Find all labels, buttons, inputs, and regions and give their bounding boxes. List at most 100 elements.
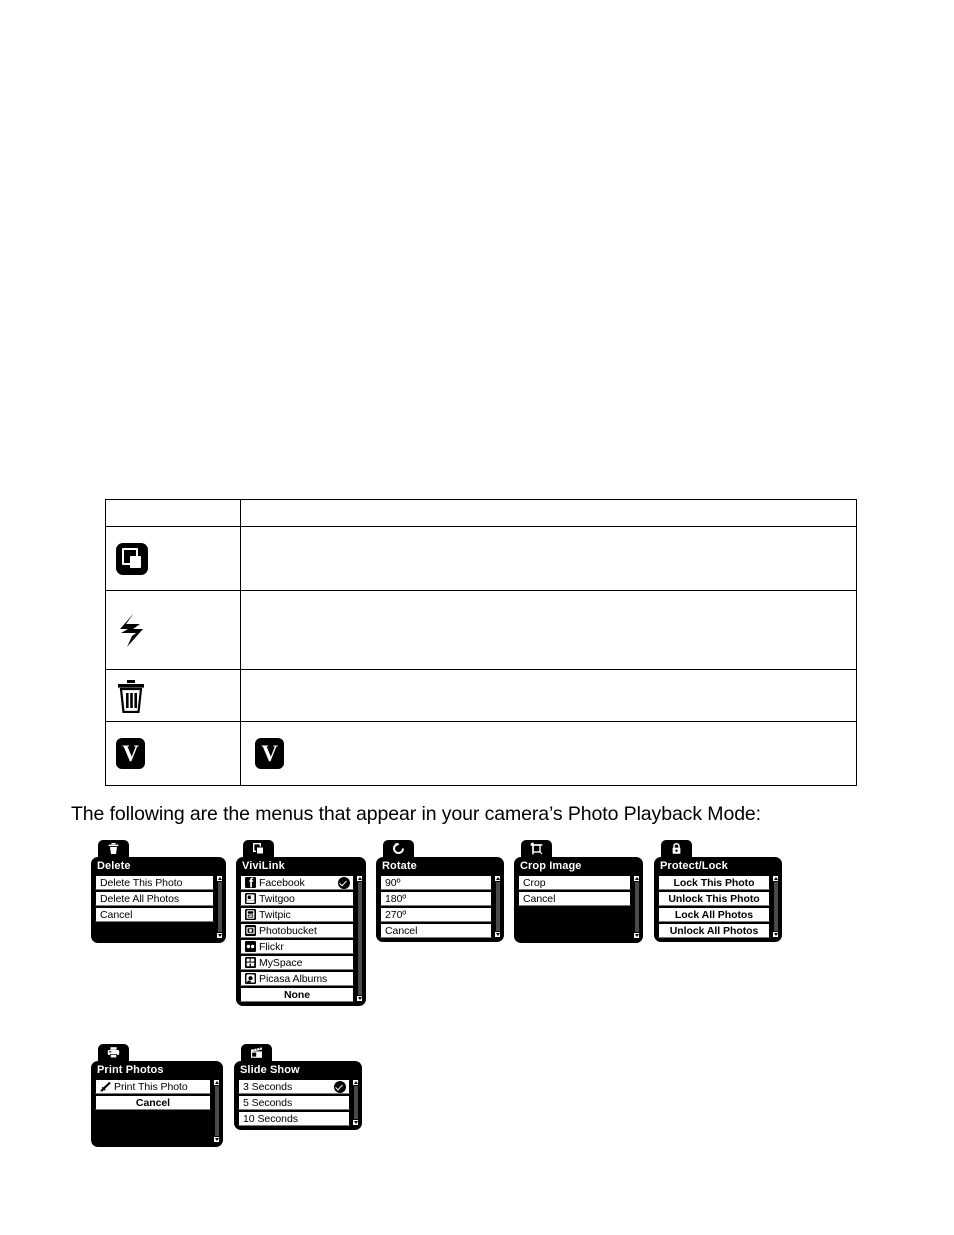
menu-item[interactable]: 5 Seconds — [238, 1095, 350, 1110]
menu-item[interactable]: Twitpic — [240, 907, 354, 922]
menu-scrollbar[interactable] — [356, 875, 363, 1002]
menu-scrollbar[interactable] — [216, 875, 223, 939]
menu-scrollbar[interactable] — [352, 1079, 359, 1126]
table-header-desc-cell — [240, 499, 857, 527]
scroll-down-arrow-icon[interactable] — [773, 933, 778, 936]
flash-lightning-icon — [116, 612, 146, 648]
menu-item[interactable]: Cancel — [380, 923, 492, 938]
menu-item[interactable]: Cancel — [95, 1095, 211, 1110]
menu-items-wrap: 90º 180º 270º Cancel — [376, 875, 504, 942]
myspace-icon — [245, 957, 256, 968]
menu-title-crop: Crop Image — [520, 860, 582, 872]
menu-item[interactable]: Cancel — [95, 907, 214, 922]
menu-item-label: Unlock This Photo — [668, 892, 760, 905]
menu-vivilink: ViviLink Facebook Twitgoo Twitpic Photobucke… — [236, 840, 366, 1006]
scroll-up-arrow-icon[interactable] — [634, 877, 639, 880]
menu-body-slideshow: Slide Show 3 Seconds 5 Seconds 10 Seconds — [234, 1061, 362, 1130]
scroll-down-arrow-icon[interactable] — [217, 934, 222, 937]
menu-item-label: Twitpic — [259, 908, 291, 921]
menu-item-label: Print This Photo — [114, 1080, 188, 1093]
scroll-up-arrow-icon[interactable] — [217, 877, 222, 880]
intro-paragraph: The following are the menus that appear … — [71, 803, 761, 825]
menu-item[interactable]: Unlock This Photo — [658, 891, 770, 906]
menu-item[interactable]: None — [240, 987, 354, 1002]
menu-filler — [518, 923, 631, 939]
menu-print: Print Photos Print This Photo Cancel — [91, 1044, 223, 1147]
vivilink-v-badge-icon-cell: V — [104, 721, 242, 786]
scrollbar-thumb[interactable] — [356, 881, 363, 996]
menu-item-label: Flickr — [259, 940, 284, 953]
menu-item[interactable]: Cancel — [518, 891, 631, 906]
scroll-up-arrow-icon[interactable] — [214, 1081, 219, 1084]
menu-item[interactable]: 3 Seconds — [238, 1079, 350, 1094]
menu-item[interactable]: MySpace — [240, 955, 354, 970]
menu-scrollbar[interactable] — [213, 1079, 220, 1143]
menu-tab-delete — [98, 840, 129, 857]
menu-item[interactable]: 10 Seconds — [238, 1111, 350, 1126]
scroll-down-arrow-icon[interactable] — [634, 934, 639, 937]
menu-item[interactable]: Photobucket — [240, 923, 354, 938]
scroll-up-arrow-icon[interactable] — [773, 877, 778, 880]
scroll-up-arrow-icon[interactable] — [495, 877, 500, 880]
menu-title-print: Print Photos — [97, 1064, 164, 1076]
scrollbar-thumb[interactable] — [772, 881, 779, 932]
scrollbar-thumb[interactable] — [494, 881, 501, 932]
menu-tab-slideshow — [241, 1044, 272, 1061]
menu-body-vivilink: ViviLink Facebook Twitgoo Twitpic Photobucke… — [236, 857, 366, 1006]
scrollbar-thumb[interactable] — [216, 881, 223, 933]
menu-item[interactable]: Flickr — [240, 939, 354, 954]
menu-scrollbar[interactable] — [633, 875, 640, 939]
menu-item-list: 3 Seconds 5 Seconds 10 Seconds — [238, 1079, 350, 1126]
menu-item-list: Lock This Photo Unlock This Photo Lock All… — [658, 875, 770, 938]
menu-filler — [95, 1111, 211, 1127]
table-header-row — [104, 499, 857, 527]
menu-item[interactable]: Delete All Photos — [95, 891, 214, 906]
menu-item-list: Crop Cancel — [518, 875, 631, 939]
menu-tab-rotate — [383, 840, 414, 857]
menu-scrollbar[interactable] — [772, 875, 779, 938]
menu-item[interactable]: Delete This Photo — [95, 875, 214, 890]
menu-item[interactable]: 90º — [380, 875, 492, 890]
menu-item[interactable]: 180º — [380, 891, 492, 906]
menu-item-label: Lock This Photo — [673, 876, 755, 889]
scroll-up-arrow-icon[interactable] — [357, 877, 362, 880]
scroll-down-arrow-icon[interactable] — [495, 933, 500, 936]
menu-item[interactable]: Facebook — [240, 875, 354, 890]
scroll-down-arrow-icon[interactable] — [357, 997, 362, 1000]
menu-items-wrap: Delete This Photo Delete All Photos Cancel — [91, 875, 226, 943]
menu-items-wrap: Lock This Photo Unlock This Photo Lock All… — [654, 875, 782, 942]
menu-item[interactable]: Twitgoo — [240, 891, 354, 906]
multi-shot-layers-icon-cell — [104, 526, 242, 591]
menu-item-label: Cancel — [100, 908, 133, 921]
menu-item[interactable]: Crop — [518, 875, 631, 890]
menu-item-label: 270º — [385, 908, 407, 921]
menu-item[interactable]: Print This Photo — [95, 1079, 211, 1094]
menu-item[interactable]: Picasa Albums — [240, 971, 354, 986]
menu-title-vivilink: ViviLink — [242, 860, 285, 872]
menu-items-wrap: Facebook Twitgoo Twitpic Photobucket Flickr M… — [236, 875, 366, 1006]
scroll-up-arrow-icon[interactable] — [353, 1081, 358, 1084]
scrollbar-thumb[interactable] — [213, 1085, 220, 1137]
scroll-down-arrow-icon[interactable] — [214, 1138, 219, 1141]
menu-item-label: 3 Seconds — [243, 1080, 293, 1093]
menu-item[interactable]: Lock This Photo — [658, 875, 770, 890]
menu-item[interactable]: Unlock All Photos — [658, 923, 770, 938]
table-cell-description — [240, 526, 857, 591]
scrollbar-thumb[interactable] — [352, 1085, 359, 1120]
scroll-down-arrow-icon[interactable] — [353, 1121, 358, 1124]
trash-can-icon — [116, 679, 146, 713]
table-row — [104, 590, 857, 670]
menu-body-crop: Crop Image Crop Cancel — [514, 857, 643, 943]
table-row — [104, 526, 857, 591]
menu-item-label: Lock All Photos — [674, 908, 754, 921]
menu-scrollbar[interactable] — [494, 875, 501, 938]
menu-item-label: Cancel — [385, 924, 418, 937]
multi-shot-layers-icon — [116, 542, 148, 575]
picasa-icon — [245, 973, 256, 984]
scrollbar-thumb[interactable] — [633, 881, 640, 933]
menu-item[interactable]: 270º — [380, 907, 492, 922]
menu-item-label: Picasa Albums — [259, 972, 328, 985]
table-header-icon-cell — [104, 499, 242, 527]
crop-icon — [530, 842, 543, 855]
menu-item[interactable]: Lock All Photos — [658, 907, 770, 922]
